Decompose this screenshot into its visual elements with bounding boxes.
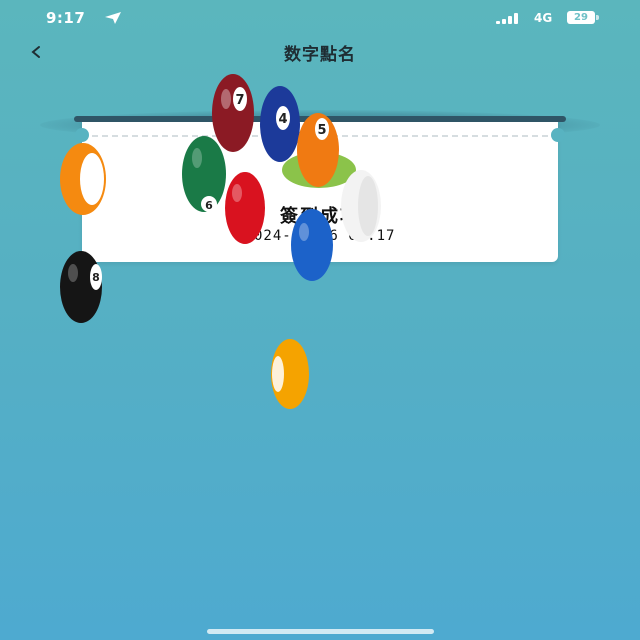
battery-level: 29 <box>574 12 588 23</box>
nav-bar: 数字點名 <box>0 36 640 68</box>
status-bar: 9:17 4G 29 <box>0 0 640 36</box>
signal-icon <box>496 13 518 24</box>
ticket-notch-left <box>75 128 89 142</box>
battery-cap <box>596 15 599 20</box>
billiard-ball-8: 8 <box>59 249 105 325</box>
ball-number: 5 <box>317 123 326 138</box>
ball-number: 8 <box>92 271 100 284</box>
billiard-ball-blue <box>290 208 334 282</box>
billiard-ball-red <box>224 171 266 245</box>
network-type-label: 4G <box>534 11 553 25</box>
billiard-ball-orange <box>59 141 109 217</box>
billiard-ball-6: 6 <box>181 134 227 214</box>
status-time: 9:17 <box>46 9 86 27</box>
location-arrow-icon <box>105 12 121 24</box>
ball-number: 7 <box>235 93 244 108</box>
billiard-ball-yellow <box>270 338 310 410</box>
page-title: 数字點名 <box>284 45 356 65</box>
billiard-ball-white <box>340 169 382 243</box>
battery-icon: 29 <box>567 11 599 24</box>
ball-number: 6 <box>205 199 213 212</box>
ticket-notch-right <box>551 128 565 142</box>
home-indicator[interactable] <box>207 629 434 634</box>
